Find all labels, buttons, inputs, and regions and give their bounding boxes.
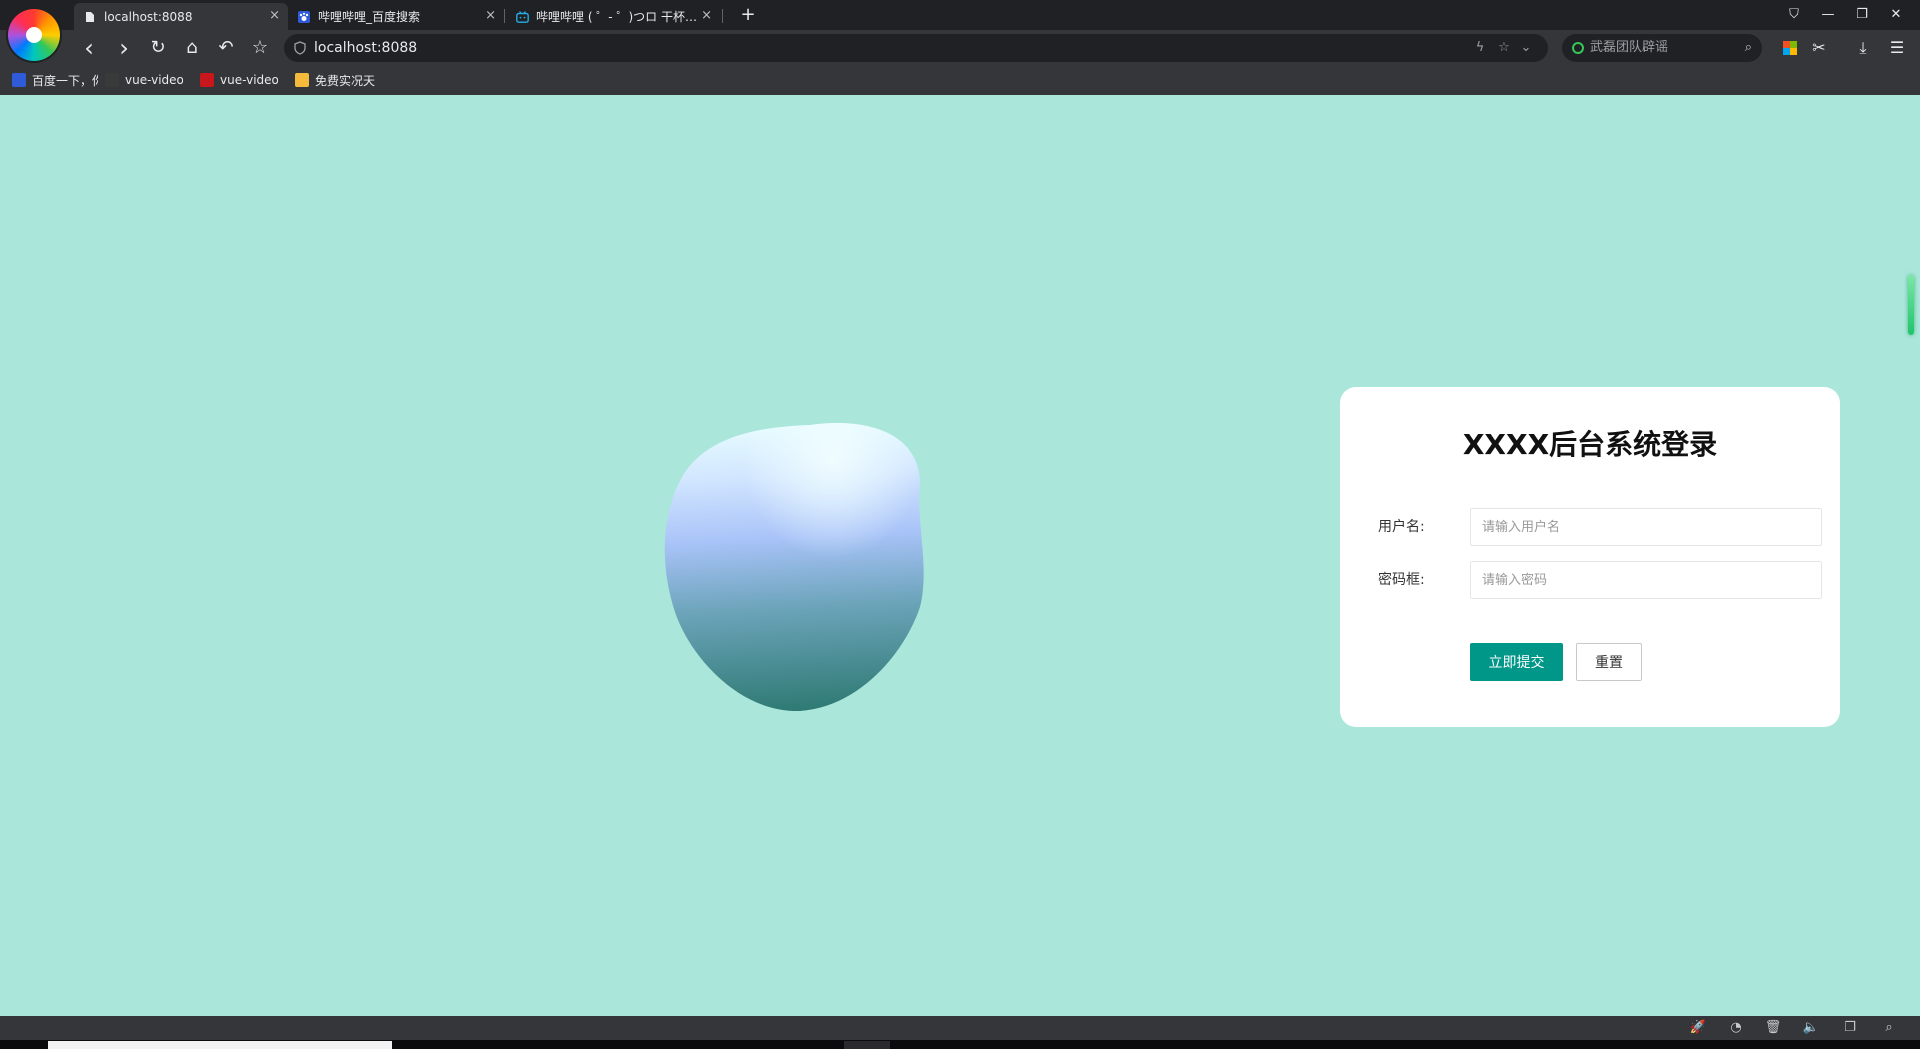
password-input[interactable] — [1470, 561, 1822, 599]
document-icon — [84, 11, 96, 23]
tab-separator — [504, 9, 505, 23]
tab-title: 哔哩哔哩 ( ゜- ゜)つロ 干杯~-bilibili — [536, 10, 704, 24]
browser-chrome: localhost:8088 × 哔哩哔哩_百度搜索 × 哔哩哔哩 ( ゜- ゜… — [0, 0, 1920, 95]
tab-localhost[interactable]: localhost:8088 × — [74, 3, 288, 30]
new-tab-button[interactable]: + — [736, 3, 760, 27]
search-engine-icon — [1572, 42, 1584, 54]
scroll-indicator[interactable] — [1908, 275, 1914, 335]
close-tab-icon[interactable]: × — [269, 9, 280, 23]
skin-icon[interactable]: ⛉ — [1780, 4, 1808, 26]
weather-icon — [295, 73, 309, 87]
lightning-icon[interactable]: ϟ — [1472, 40, 1488, 56]
username-label: 用户名: — [1378, 519, 1425, 535]
login-title: XXXX后台系统登录 — [1462, 428, 1718, 461]
bookmark-label: 免费实况天气 — [315, 73, 375, 88]
address-url[interactable]: localhost:8088 — [314, 40, 417, 56]
reload-button[interactable]: ↻ — [145, 35, 171, 61]
taskbar-search-field[interactable] — [48, 1041, 392, 1049]
os-taskbar — [0, 1040, 1920, 1049]
baidu-paw-icon — [298, 10, 310, 23]
star-icon[interactable]: ☆ — [1496, 40, 1512, 56]
tab-separator — [722, 9, 723, 23]
menu-icon[interactable]: ☰ — [1884, 35, 1910, 61]
apps-grid-icon[interactable] — [1783, 41, 1797, 55]
bookmark-item[interactable]: vue-video-player — [200, 71, 278, 89]
username-input[interactable] — [1470, 508, 1822, 546]
minimize-button[interactable]: — — [1814, 4, 1842, 26]
search-box[interactable]: 武磊团队辟谣 ⌕ — [1562, 34, 1762, 62]
download-icon[interactable]: ⤓ — [1850, 35, 1876, 61]
speed-icon[interactable]: ◔ — [1727, 1020, 1745, 1036]
bookmark-label: vue-video-player — [220, 73, 278, 87]
github-icon — [105, 73, 119, 87]
tab-title: 哔哩哔哩_百度搜索 — [318, 10, 421, 24]
close-tab-icon[interactable]: × — [485, 9, 496, 23]
bookmark-item[interactable]: vue-video-player — [105, 71, 183, 89]
restore-button[interactable]: ❐ — [1848, 4, 1876, 26]
browser-status-bar: 🚀 ◔ 🗑 🔈 ❐ ⌕ — [0, 1016, 1920, 1040]
blob-3d-graphic — [664, 422, 924, 712]
volume-icon[interactable]: 🔈 — [1802, 1020, 1820, 1036]
tab-title: localhost:8088 — [104, 9, 193, 24]
page-background: XXXX后台系统登录 用户名: 密码框: 立即提交 重置 — [0, 95, 1920, 1016]
chevron-down-icon[interactable]: ⌄ — [1518, 40, 1534, 56]
bookmarks-bar: 百度一下，你就知道 vue-video-player vue-video-pla… — [0, 66, 1920, 95]
submit-button[interactable]: 立即提交 — [1470, 643, 1563, 681]
home-button[interactable]: ⌂ — [179, 35, 205, 61]
trash-icon[interactable]: 🗑 — [1764, 1020, 1782, 1036]
undo-close-button[interactable]: ↶ — [213, 35, 239, 61]
shield-icon — [294, 41, 306, 55]
zoom-icon[interactable]: ⌕ — [1880, 1020, 1898, 1036]
window-icon[interactable]: ❐ — [1841, 1020, 1859, 1036]
rocket-icon[interactable]: 🚀 — [1689, 1020, 1707, 1036]
taskbar-app-button[interactable] — [844, 1041, 890, 1049]
bookmark-label: vue-video-player — [125, 73, 183, 87]
tab-bar: localhost:8088 × 哔哩哔哩_百度搜索 × 哔哩哔哩 ( ゜- ゜… — [0, 0, 1920, 61]
tab-bilibili[interactable]: 哔哩哔哩 ( ゜- ゜)つロ 干杯~-bilibili × — [506, 3, 720, 30]
navigation-toolbar: ‹ › ↻ ⌂ ↶ ☆ localhost:8088 ϟ ☆ ⌄ 武磊团队辟谣 … — [0, 30, 1920, 66]
favorite-button[interactable]: ☆ — [247, 35, 273, 61]
login-card: XXXX后台系统登录 用户名: 密码框: 立即提交 重置 — [1340, 387, 1840, 727]
reset-button[interactable]: 重置 — [1576, 643, 1642, 681]
back-button[interactable]: ‹ — [76, 35, 102, 61]
search-placeholder: 武磊团队辟谣 — [1590, 40, 1669, 55]
close-window-button[interactable]: ✕ — [1882, 4, 1910, 26]
baidu-paw-icon — [12, 73, 26, 87]
tab-baidu-search[interactable]: 哔哩哔哩_百度搜索 × — [288, 3, 504, 30]
csdn-icon — [200, 73, 214, 87]
password-label: 密码框: — [1378, 572, 1425, 588]
bookmark-item[interactable]: 免费实况天气 — [295, 71, 375, 89]
forward-button[interactable]: › — [111, 35, 137, 61]
bookmark-item[interactable]: 百度一下，你就知道 — [12, 71, 98, 89]
search-icon[interactable]: ⌕ — [1745, 40, 1752, 56]
screenshot-cut-icon[interactable]: ✂ — [1806, 35, 1832, 61]
close-tab-icon[interactable]: × — [701, 9, 712, 23]
bookmark-label: 百度一下，你就知道 — [32, 73, 98, 88]
address-bar[interactable]: localhost:8088 ϟ ☆ ⌄ — [284, 34, 1548, 62]
bilibili-tv-icon — [516, 10, 529, 23]
